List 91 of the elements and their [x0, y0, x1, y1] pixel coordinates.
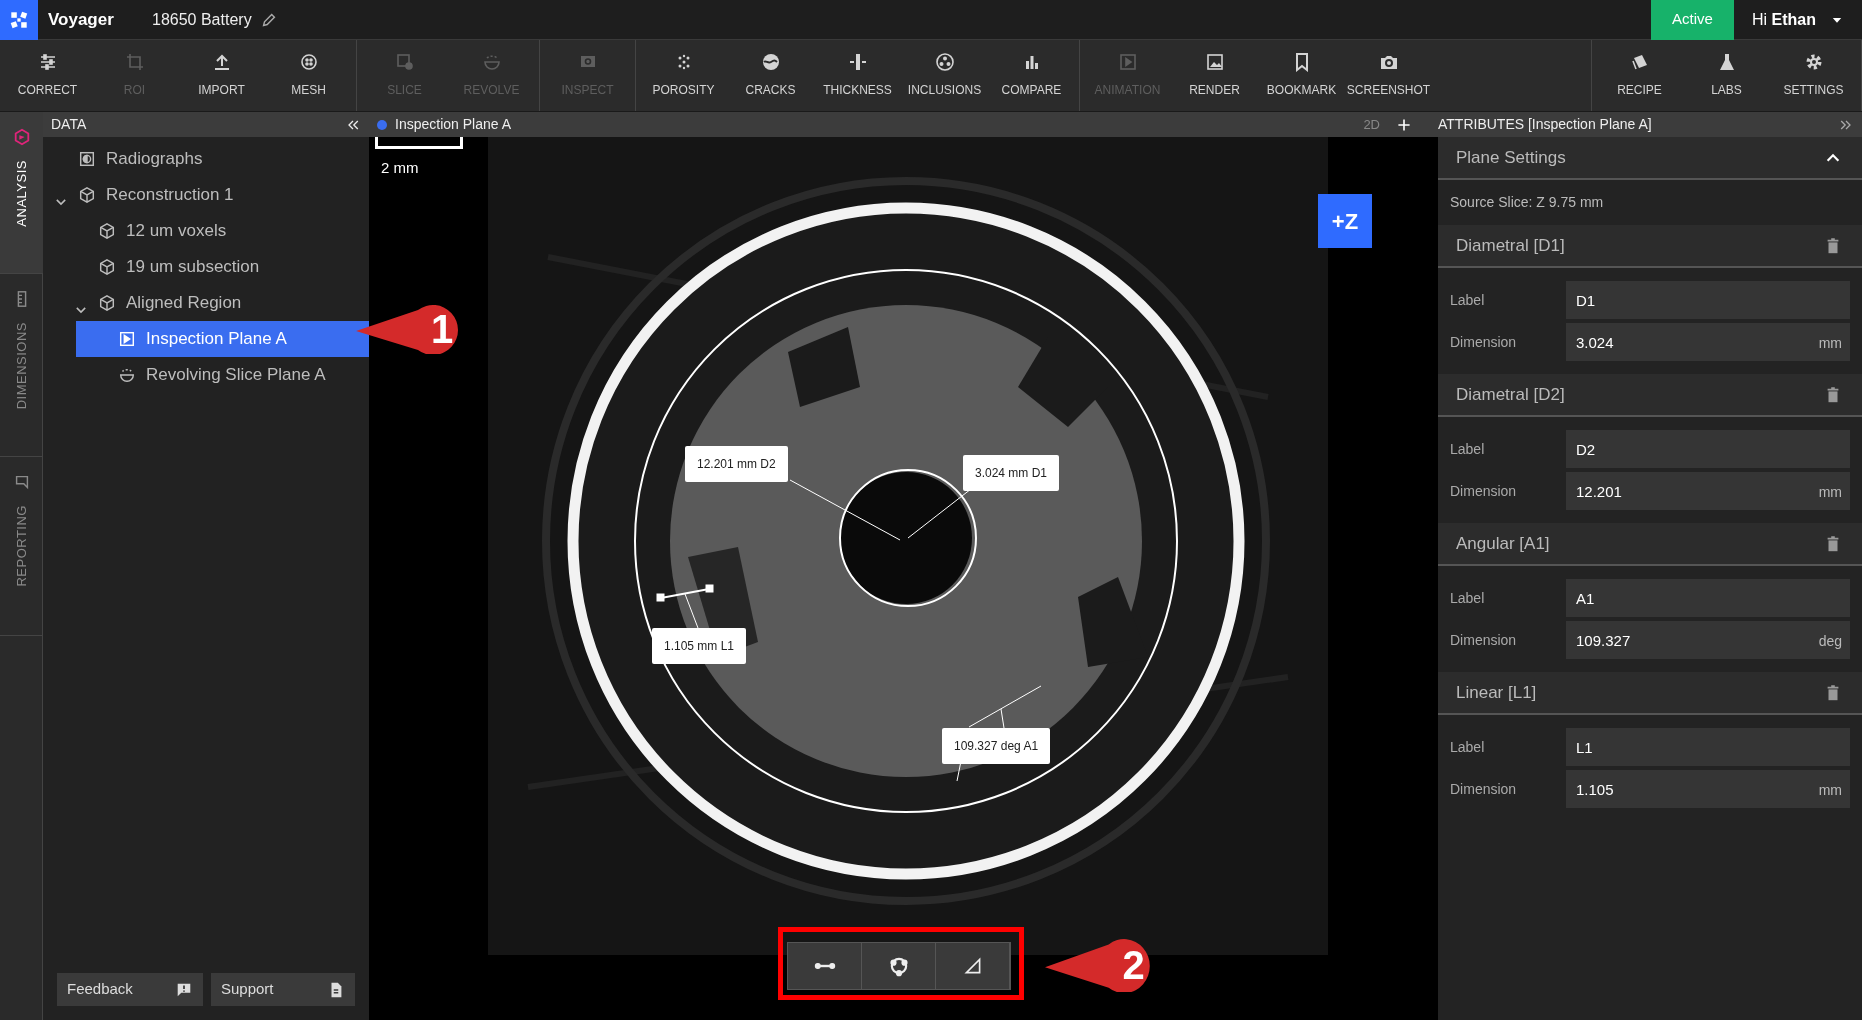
toolbar-button[interactable]: CORRECT	[4, 40, 91, 111]
input-field[interactable]: D2	[1566, 430, 1850, 468]
tree-item[interactable]: Aligned Region	[59, 285, 369, 321]
toolbar-button[interactable]: SCREENSHOT	[1345, 40, 1432, 111]
toolbar-button[interactable]: COMPARE	[988, 40, 1075, 111]
tool-button[interactable]	[788, 943, 862, 989]
measurement-circle[interactable]	[839, 469, 977, 607]
toolbar-button[interactable]: POROSITY	[640, 40, 727, 111]
leader-line	[684, 593, 699, 629]
viewport-title: Inspection Plane A	[395, 115, 511, 134]
measure-line-icon	[813, 963, 836, 969]
input-field[interactable]: L1	[1566, 728, 1850, 766]
field-label: Dimension	[1450, 332, 1518, 352]
user-menu[interactable]: Hi Ethan	[1734, 7, 1862, 32]
footer-button[interactable]: Support	[211, 973, 355, 1006]
footer-button[interactable]: Feedback	[57, 973, 203, 1006]
field-label: Label	[1450, 737, 1486, 757]
side-tab[interactable]: ANALYSIS	[0, 112, 43, 274]
source-slice: Source Slice: Z 9.75 mm	[1450, 193, 1604, 212]
measurement-title: Linear [L1]	[1456, 681, 1537, 704]
cube-icon	[78, 186, 96, 204]
measurement-label[interactable]: 109.327 deg A1	[942, 728, 1051, 764]
toolbar-button[interactable]: MESH	[265, 40, 352, 111]
measurement-label[interactable]: 12.201 mm D2	[685, 446, 788, 482]
plane-icon	[118, 330, 136, 348]
field-label: Label	[1450, 439, 1486, 459]
toolbar-button[interactable]: BOOKMARK	[1258, 40, 1345, 111]
field-label: Label	[1450, 290, 1486, 310]
toolbar-button[interactable]: RECIPE	[1596, 40, 1683, 111]
callout-number: 1	[429, 306, 455, 353]
tree-item[interactable]: Reconstruction 1	[43, 177, 369, 213]
toolbar-button[interactable]: SETTINGS	[1770, 40, 1857, 111]
toolbar-button[interactable]: RENDER	[1171, 40, 1258, 111]
status-badge: Active	[1651, 0, 1734, 40]
measurement-label[interactable]: 1.105 mm L1	[652, 628, 747, 664]
tree-item[interactable]: Revolving Slice Plane A	[76, 357, 369, 393]
crop-icon	[124, 52, 145, 72]
panel-title: DATA	[51, 115, 87, 134]
unit-label: mm	[1818, 483, 1842, 502]
field-label: Label	[1450, 588, 1486, 608]
plus-icon	[1396, 116, 1412, 133]
input-field[interactable]: D1	[1566, 281, 1850, 319]
field-label: Dimension	[1450, 630, 1518, 650]
tree-item[interactable]: Inspection Plane A	[76, 321, 369, 357]
radiograph-icon	[78, 150, 96, 168]
angle-lines[interactable]	[956, 685, 1042, 782]
tree-item[interactable]: 12 um voxels	[59, 213, 369, 249]
status-dot	[377, 119, 387, 130]
tree-item[interactable]: 19 um subsection	[59, 249, 369, 285]
scale-label: 2 mm	[381, 158, 419, 178]
measurement-line[interactable]	[656, 584, 714, 602]
tree-item[interactable]: Radiographs	[43, 141, 369, 177]
tool-button[interactable]	[862, 943, 936, 989]
play-box-icon	[1117, 52, 1138, 72]
measurement-title: Diametral [D1]	[1456, 234, 1565, 257]
leader-line	[907, 488, 972, 539]
cube-icon	[98, 258, 116, 276]
callout-number: 2	[1121, 942, 1146, 989]
toolbar-button[interactable]: CRACKS	[727, 40, 814, 111]
toolbar-button[interactable]: INCLUSIONS	[901, 40, 988, 111]
image-icon	[1204, 52, 1225, 72]
circle-points-icon	[887, 955, 910, 977]
axis-button[interactable]: +Z	[1318, 194, 1372, 248]
bowl-icon	[118, 366, 136, 384]
measurement-circle[interactable]	[634, 269, 1178, 813]
dotted-circle-icon	[298, 52, 319, 72]
field-label: Dimension	[1450, 481, 1518, 501]
unit-label: mm	[1818, 334, 1842, 353]
bowl-icon	[481, 52, 502, 72]
cube-icon	[12, 128, 31, 146]
logo[interactable]	[0, 0, 38, 40]
app-name: Voyager	[48, 8, 115, 31]
toolbar-button[interactable]: THICKNESS	[814, 40, 901, 111]
field-label: Dimension	[1450, 779, 1518, 799]
toolbar-button[interactable]: LABS	[1683, 40, 1770, 111]
input-field[interactable]: A1	[1566, 579, 1850, 617]
unit-label: mm	[1818, 781, 1842, 800]
panel-title: ATTRIBUTES [Inspection Plane A]	[1438, 115, 1652, 134]
thickness-icon	[847, 52, 868, 72]
measurement-title: Angular [A1]	[1456, 532, 1550, 555]
cube-icon	[98, 222, 116, 240]
measurement-title: Diametral [D2]	[1456, 383, 1565, 406]
project-name: 18650 Battery	[152, 9, 252, 30]
circle-dots-icon	[934, 52, 955, 72]
crack-circle-icon	[760, 52, 781, 72]
cube-icon	[98, 294, 116, 312]
section-title: Plane Settings	[1456, 146, 1566, 169]
unit-label: deg	[1818, 632, 1842, 651]
measurement-label[interactable]: 3.024 mm D1	[963, 455, 1060, 491]
toolbar-button[interactable]: IMPORT	[178, 40, 265, 111]
cards-icon	[1629, 52, 1650, 72]
